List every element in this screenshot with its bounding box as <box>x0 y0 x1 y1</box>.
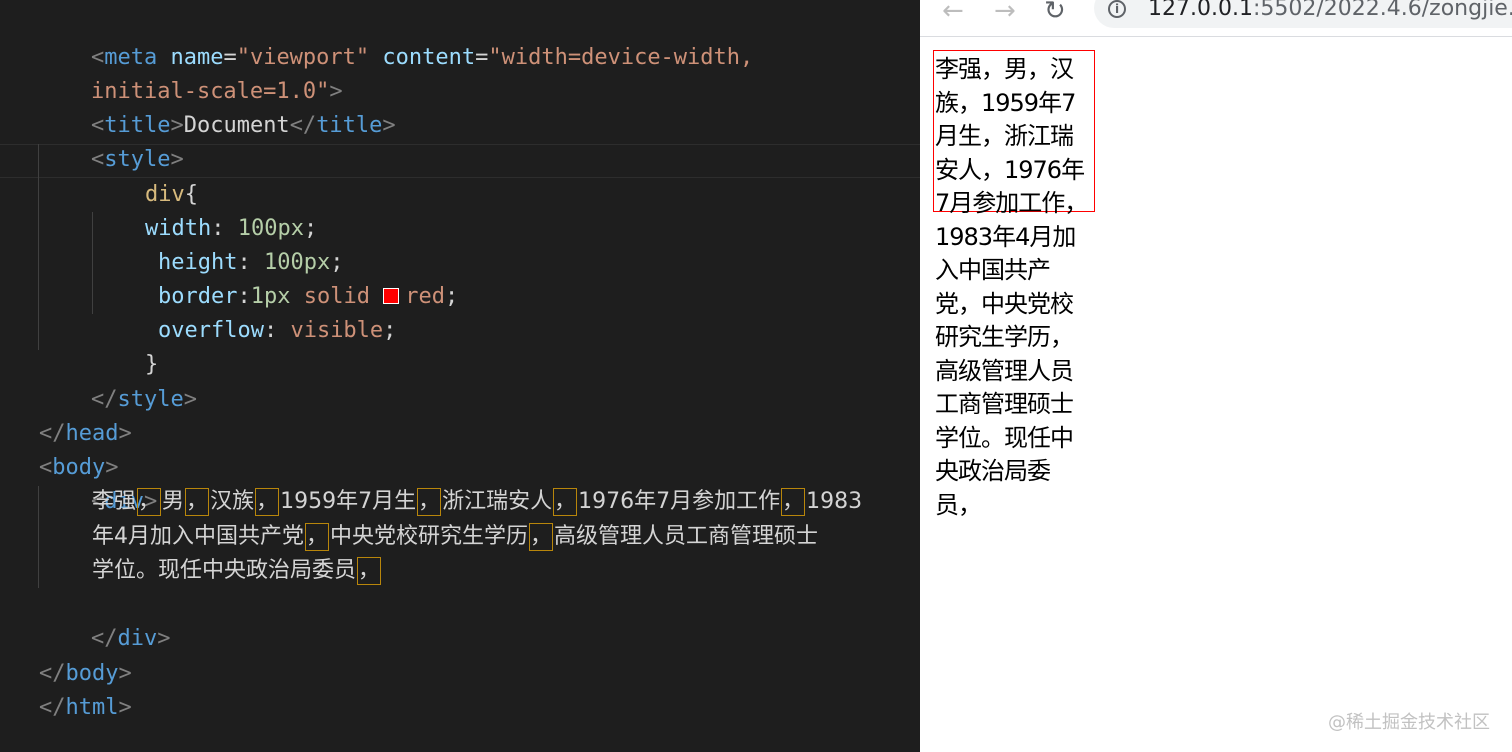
token: 高级管理人员工商管理硕士 <box>554 524 819 549</box>
comma-highlight: ， <box>529 523 554 551</box>
comma-highlight: ， <box>137 488 162 516</box>
reload-icon[interactable]: ↻ <box>1044 0 1066 26</box>
comma-highlight: ， <box>255 488 280 516</box>
code-line-css-width[interactable]: width: 100px; <box>92 178 317 241</box>
browser-toolbar: ← → ↻ i 127.0.0.1:5502/2022.4.6/zongjie.… <box>920 0 1512 37</box>
url-path: :5502/2022.4.6/zongjie.ht <box>1252 0 1512 21</box>
code-line-text-2[interactable]: 年4月加入中国共产党，中央党校研究生学历，高级管理人员工商管理硕士 <box>92 520 818 554</box>
token: </ <box>38 695 66 720</box>
info-icon[interactable]: i <box>1108 0 1126 18</box>
token: red <box>405 284 445 309</box>
code-line-body-open[interactable]: <body> <box>0 417 118 480</box>
token: ; <box>444 284 459 309</box>
token: > <box>157 626 171 651</box>
token: 男 <box>162 489 185 514</box>
token: "width=device-width, <box>488 45 754 70</box>
token: 1959年7月生 <box>280 489 417 514</box>
token: > <box>118 421 132 446</box>
token: 浙江瑞安人 <box>442 489 553 514</box>
code-line-html-close[interactable]: </html> <box>0 657 132 720</box>
token: 1983 <box>806 489 863 514</box>
token: > <box>183 387 197 412</box>
comma-highlight: ， <box>185 488 210 516</box>
watermark: @稀土掘金技术社区 <box>1328 712 1490 733</box>
code-line-text-1[interactable]: 李强，男，汉族，1959年7月生，浙江瑞安人，1976年7月参加工作，1983 <box>92 485 862 519</box>
token: content <box>382 45 476 70</box>
code-line-meta[interactable]: <meta name="viewport" content="width=dev… <box>38 7 753 70</box>
code-line-css-selector[interactable]: div{ <box>92 144 198 207</box>
code-editor[interactable]: <meta name="viewport" content="width=dev… <box>0 0 920 752</box>
token: Document <box>183 113 290 138</box>
code-line-div-open[interactable]: <div> <box>38 451 157 514</box>
token: 学位。现任中央政治局委员 <box>92 558 357 583</box>
token: title <box>316 113 383 138</box>
code-line-text-3[interactable]: 学位。现任中央政治局委员， <box>92 554 382 588</box>
rendered-div-text: 李强，男，汉族，1959年7月生，浙江瑞安人，1976年7月参加工作，1983年… <box>935 55 1088 519</box>
token: ; <box>383 318 397 343</box>
code-line-title[interactable]: <title>Document</title> <box>38 75 396 138</box>
code-line-div-close[interactable]: </div> <box>38 588 171 651</box>
code-line-head-close[interactable]: </head> <box>0 383 132 446</box>
code-line-css-height[interactable]: height: 100px; <box>105 212 343 275</box>
code-line-css-border[interactable]: border:1px solid red; <box>105 246 458 309</box>
token: overflow <box>157 318 264 343</box>
back-icon[interactable]: ← <box>942 0 964 26</box>
token: visible <box>290 318 384 343</box>
code-line-meta-cont[interactable]: initial-scale=1.0"> <box>38 41 343 104</box>
code-line-css-overflow[interactable]: overflow: visible; <box>105 280 396 343</box>
address-bar[interactable]: i 127.0.0.1:5502/2022.4.6/zongjie.ht <box>1094 0 1512 28</box>
url-text[interactable]: 127.0.0.1:5502/2022.4.6/zongjie.ht <box>1148 0 1512 21</box>
token: 中央党校研究生学历 <box>330 524 529 549</box>
url-host: 127.0.0.1 <box>1148 0 1253 21</box>
code-line-body-close[interactable]: </body> <box>0 623 132 686</box>
token: > <box>382 113 396 138</box>
token: html <box>65 695 119 720</box>
code-line-style-close[interactable]: </style> <box>38 349 197 412</box>
token: = <box>475 45 489 70</box>
token: > <box>118 695 132 720</box>
comma-highlight: ， <box>553 488 578 516</box>
code-line-style-open[interactable]: <style> <box>38 109 184 172</box>
token: </ <box>289 113 317 138</box>
comma-highlight: ， <box>305 523 330 551</box>
comma-highlight: ， <box>781 488 806 516</box>
token: 1976年7月参加工作 <box>578 489 781 514</box>
comma-highlight: ， <box>417 488 442 516</box>
token: : <box>263 318 278 343</box>
code-line-css-close[interactable]: } <box>92 314 158 377</box>
token: 年4月加入中国共产党 <box>92 524 304 549</box>
forward-icon[interactable]: → <box>994 0 1016 26</box>
token: 李强 <box>92 489 137 514</box>
token: 汉族 <box>210 489 255 514</box>
comma-highlight: ， <box>357 557 382 585</box>
